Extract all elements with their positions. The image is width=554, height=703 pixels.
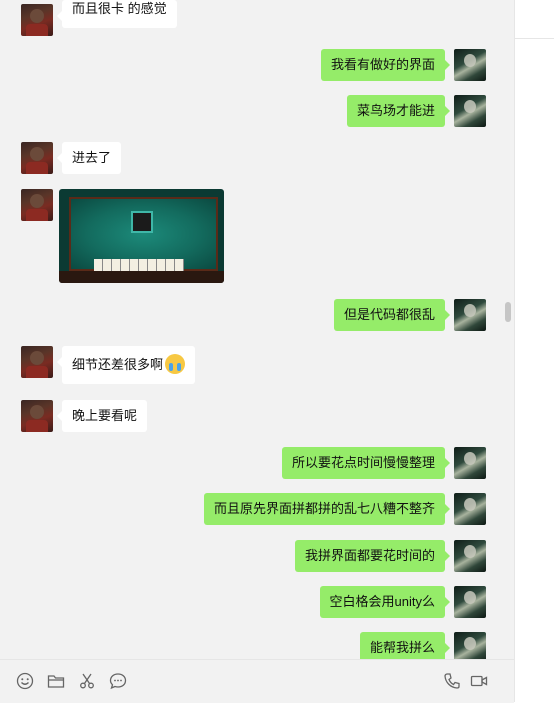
message-bubble-sent[interactable]: 我拼界面都要花时间的 <box>294 540 451 572</box>
message-bubble-sent[interactable]: 所以要花点时间慢慢整理 <box>281 447 451 479</box>
message-text: 细节还差很多啊 <box>72 357 164 372</box>
my-avatar[interactable] <box>454 299 486 331</box>
image-message-mahjong-screenshot[interactable] <box>59 189 224 283</box>
my-avatar[interactable] <box>454 540 486 572</box>
emoji-icon[interactable] <box>16 672 34 690</box>
my-avatar[interactable] <box>454 632 486 659</box>
message-bubble-sent[interactable]: 菜鸟场才能进 <box>346 95 451 127</box>
video-icon[interactable] <box>470 672 488 690</box>
chat-bubble-icon[interactable] <box>109 672 127 690</box>
scissors-icon[interactable] <box>78 672 96 690</box>
divider <box>515 38 554 39</box>
side-panel-edge <box>514 0 554 702</box>
folder-icon[interactable] <box>47 672 65 690</box>
message-bubble-received[interactable]: 晚上要看呢 <box>56 400 148 432</box>
game-bottom-bar-graphic <box>59 271 224 283</box>
message-bubble-sent[interactable]: 而且原先界面拼都拼的乱七八糟不整齐 <box>203 493 451 525</box>
my-avatar[interactable] <box>454 447 486 479</box>
contact-avatar[interactable] <box>21 4 53 36</box>
message-bubble-received[interactable]: 进去了 <box>56 142 122 174</box>
message-bubble-sent[interactable]: 空白格会用unity么 <box>319 586 451 618</box>
message-bubble-sent[interactable]: 能帮我拼么 <box>359 632 451 659</box>
message-bubble-sent[interactable]: 但是代码都很乱 <box>333 299 451 331</box>
contact-avatar[interactable] <box>21 400 53 432</box>
contact-avatar[interactable] <box>21 346 53 378</box>
message-bubble-sent[interactable]: 我看有做好的界面 <box>320 49 451 81</box>
mahjong-center-dice-graphic <box>131 211 153 233</box>
crying-face-emoji-icon <box>165 353 186 374</box>
phone-icon[interactable] <box>443 672 461 690</box>
scrollbar-thumb[interactable] <box>505 302 511 322</box>
message-bubble-received[interactable]: 细节还差很多啊 <box>56 346 196 384</box>
mahjong-tiles-graphic <box>94 259 184 271</box>
my-avatar[interactable] <box>454 95 486 127</box>
contact-avatar[interactable] <box>21 142 53 174</box>
my-avatar[interactable] <box>454 49 486 81</box>
my-avatar[interactable] <box>454 586 486 618</box>
contact-avatar[interactable] <box>21 189 53 221</box>
message-bubble-received[interactable]: 而且很卡 的感觉 <box>57 0 177 28</box>
my-avatar[interactable] <box>454 493 486 525</box>
chat-pane[interactable]: 而且很卡 的感觉 我看有做好的界面 菜鸟场才能进 进去了 但是代码都很乱 细节还… <box>0 0 514 659</box>
